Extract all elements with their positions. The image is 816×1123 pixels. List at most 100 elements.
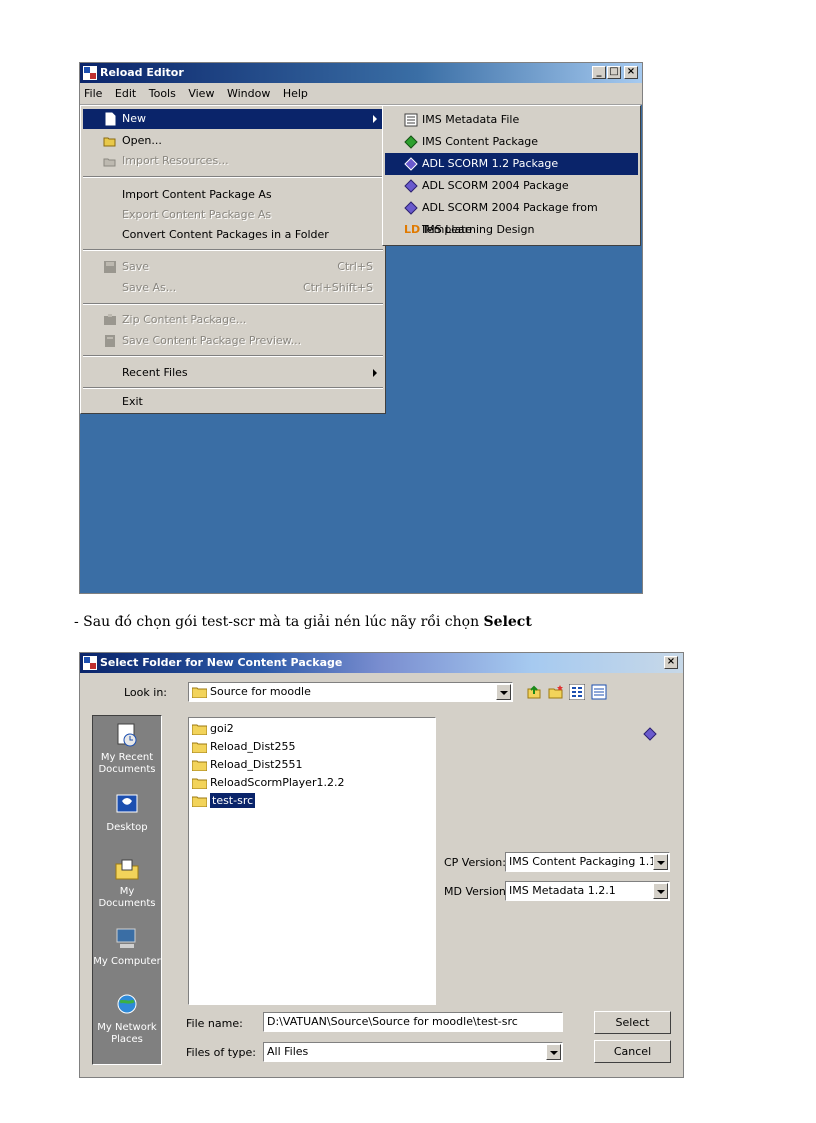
- list-view-icon[interactable]: [569, 684, 585, 700]
- place-label: My Computer: [93, 956, 161, 967]
- folder-item-reloadscormplayer[interactable]: ReloadScormPlayer1.2.2: [192, 774, 344, 792]
- up-folder-icon[interactable]: [526, 684, 542, 700]
- close-button[interactable]: ×: [624, 66, 638, 79]
- menu-tools[interactable]: Tools: [145, 83, 181, 100]
- learning-design-icon: LD: [404, 223, 421, 236]
- menu-item-convert-cp[interactable]: Convert Content Packages in a Folder: [83, 225, 383, 245]
- look-in-combo[interactable]: Source for moodle: [188, 682, 513, 702]
- reload-editor-screenshot: Reload Editor _ □ × File Edit Tools View…: [79, 62, 643, 594]
- menu-item-label: New: [122, 112, 146, 125]
- menu-item-label: Recent Files: [122, 366, 188, 379]
- submenu-arrow-icon: [373, 115, 377, 123]
- menu-view[interactable]: View: [184, 83, 219, 100]
- menu-item-label: Open...: [122, 134, 162, 147]
- menu-window[interactable]: Window: [223, 83, 275, 100]
- menu-item-import-resources: Import Resources...: [83, 151, 383, 171]
- menu-item-label: Import Resources...: [122, 154, 229, 167]
- dialog-titlebar: Select Folder for New Content Package ×: [80, 653, 683, 673]
- select-folder-dialog-screenshot: Select Folder for New Content Package × …: [79, 652, 684, 1078]
- submenu-item-label: IMS Learning Design: [422, 223, 535, 236]
- files-of-type-value: All Files: [267, 1045, 309, 1058]
- place-label: Desktop: [106, 822, 148, 833]
- menu-help[interactable]: Help: [279, 83, 313, 100]
- menu-item-exit[interactable]: Exit: [83, 392, 383, 412]
- cp-version-label: CP Version:: [444, 856, 506, 869]
- chevron-down-icon[interactable]: [653, 883, 668, 899]
- shortcut-text: Ctrl+S: [337, 260, 373, 273]
- menu-item-new[interactable]: New: [83, 109, 383, 129]
- files-of-type-combo[interactable]: All Files: [263, 1042, 563, 1062]
- submenu-item-label: IMS Metadata File: [422, 113, 520, 126]
- save-disk-icon: [104, 261, 116, 273]
- dialog-close-button[interactable]: ×: [664, 656, 678, 669]
- window-titlebar: Reload Editor _ □ ×: [80, 63, 642, 83]
- chevron-down-icon[interactable]: [546, 1044, 561, 1060]
- menu-item-save-as: Save As... Ctrl+Shift+S: [83, 278, 383, 298]
- menu-separator: [83, 176, 383, 178]
- file-name-value: D:\VATUAN\Source\Source for moodle\test-…: [267, 1015, 518, 1028]
- submenu-item-ims-learning-design[interactable]: LD IMS Learning Design: [385, 219, 638, 241]
- folder-item-test-src[interactable]: test-src: [192, 792, 256, 810]
- menu-edit[interactable]: Edit: [111, 83, 141, 100]
- submenu-item-scorm-2004-template[interactable]: ADL SCORM 2004 Package from Template: [385, 197, 638, 236]
- scorm-package-icon: [404, 157, 418, 171]
- folder-item-reload-dist255[interactable]: Reload_Dist255: [192, 738, 296, 756]
- cancel-button[interactable]: Cancel: [594, 1040, 671, 1063]
- details-view-icon[interactable]: [591, 684, 607, 700]
- place-my-documents[interactable]: My Documents: [93, 856, 161, 910]
- new-folder-icon[interactable]: [548, 684, 564, 700]
- look-in-label: Look in:: [124, 686, 167, 699]
- menu-item-import-cp-as[interactable]: Import Content Package As: [83, 185, 383, 205]
- place-desktop[interactable]: Desktop: [93, 792, 161, 834]
- chevron-down-icon[interactable]: [653, 854, 668, 870]
- folder-item-reload-dist2551[interactable]: Reload_Dist2551: [192, 756, 303, 774]
- menu-item-label: Convert Content Packages in a Folder: [122, 228, 329, 241]
- folder-name: test-src: [210, 793, 256, 808]
- maximize-button[interactable]: □: [607, 66, 621, 79]
- place-label: My Recent Documents: [98, 752, 156, 775]
- submenu-item-label: IMS Content Package: [422, 135, 539, 148]
- menu-file[interactable]: File: [80, 83, 107, 100]
- scorm-package-icon: [404, 201, 418, 215]
- chevron-down-icon[interactable]: [496, 684, 511, 700]
- submenu-item-label: ADL SCORM 2004 Package: [422, 179, 569, 192]
- place-my-recent-documents[interactable]: My Recent Documents: [93, 722, 161, 776]
- reload-app-icon: [83, 66, 97, 80]
- place-label: My Documents: [98, 886, 156, 909]
- md-version-combo[interactable]: IMS Metadata 1.2.1: [505, 881, 670, 901]
- submenu-item-scorm-2004[interactable]: ADL SCORM 2004 Package: [385, 175, 638, 197]
- new-submenu: IMS Metadata File IMS Content Package AD…: [382, 105, 641, 246]
- menu-item-open[interactable]: Open...: [83, 131, 383, 151]
- desktop-icon: [116, 794, 138, 813]
- submenu-item-label: ADL SCORM 1.2 Package: [422, 157, 559, 170]
- menu-item-label: Export Content Package As: [122, 208, 272, 221]
- md-version-label: MD Version:: [444, 885, 510, 898]
- dialog-title: Select Folder for New Content Package: [100, 656, 343, 669]
- folder-item-goi2[interactable]: goi2: [192, 720, 234, 738]
- shortcut-text: Ctrl+Shift+S: [303, 281, 373, 294]
- folder-icon: [192, 742, 207, 753]
- minimize-button[interactable]: _: [592, 66, 606, 79]
- look-in-value: Source for moodle: [210, 685, 311, 698]
- caption-body: - Sau đó chọn gói test-scr mà ta giải né…: [74, 614, 484, 630]
- open-folder-icon: [103, 137, 116, 147]
- cp-version-combo[interactable]: IMS Content Packaging 1.1.2: [505, 852, 670, 872]
- folder-name: Reload_Dist2551: [210, 758, 303, 771]
- file-menu: New Open... Import Resources... Import C…: [80, 105, 386, 414]
- place-my-computer[interactable]: My Computer: [93, 926, 161, 968]
- menu-bar: File Edit Tools View Window Help: [80, 83, 642, 105]
- menu-item-recent-files[interactable]: Recent Files: [83, 363, 383, 383]
- metadata-file-icon: [404, 113, 418, 127]
- menu-item-zip-cp: Zip Content Package...: [83, 310, 383, 330]
- file-name-input[interactable]: D:\VATUAN\Source\Source for moodle\test-…: [263, 1012, 563, 1032]
- submenu-item-ims-metadata[interactable]: IMS Metadata File: [385, 109, 638, 131]
- window-title: Reload Editor: [100, 66, 184, 79]
- submenu-item-ims-content-package[interactable]: IMS Content Package: [385, 131, 638, 153]
- folder-icon: [192, 796, 207, 807]
- green-package-icon: [404, 135, 418, 149]
- submenu-item-scorm-12[interactable]: ADL SCORM 1.2 Package: [385, 153, 638, 175]
- place-my-network-places[interactable]: My Network Places: [93, 992, 161, 1046]
- select-button[interactable]: Select: [594, 1011, 671, 1034]
- places-bar: My Recent Documents Desktop My Documents…: [92, 715, 162, 1065]
- folder-list: goi2 Reload_Dist255 Reload_Dist2551 Relo…: [188, 717, 436, 1005]
